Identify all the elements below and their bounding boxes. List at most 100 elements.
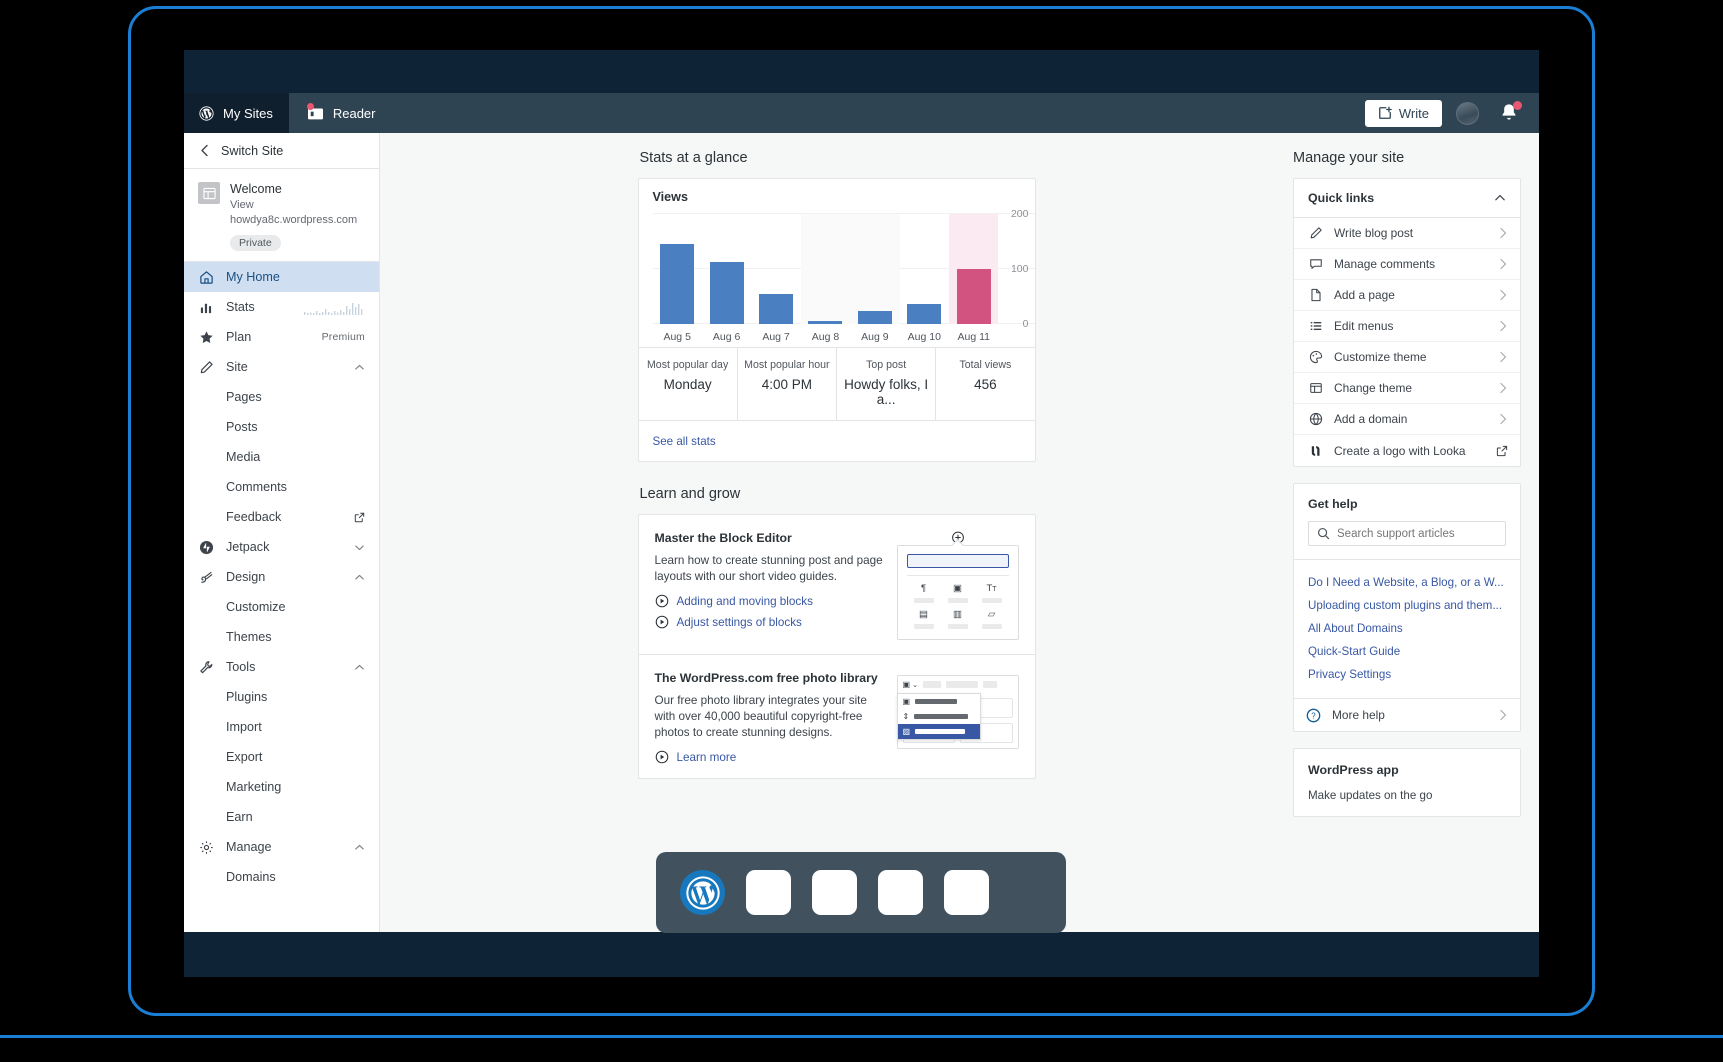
sidebar-item-posts[interactable]: Posts xyxy=(184,412,379,442)
dock-app-2[interactable] xyxy=(812,870,857,915)
sidebar-item-earn[interactable]: Earn xyxy=(184,802,379,832)
views-card-title: Views xyxy=(652,190,688,204)
bar-column[interactable]: Aug 6 xyxy=(702,214,751,343)
masterbar-my-sites[interactable]: My Sites xyxy=(184,93,289,133)
dock-app-3[interactable] xyxy=(878,870,923,915)
bar-column-highlighted[interactable]: Aug 11 xyxy=(949,214,999,343)
sidebar-item-export[interactable]: Export xyxy=(184,742,379,772)
play-icon xyxy=(655,615,669,629)
bar-column[interactable]: Aug 10 xyxy=(900,214,949,343)
help-link[interactable]: All About Domains xyxy=(1308,617,1506,640)
sidebar-item-label: Media xyxy=(226,450,261,464)
learn-card-link-row[interactable]: Learn more xyxy=(655,750,885,764)
help-link[interactable]: Do I Need a Website, a Blog, or a W... xyxy=(1308,571,1506,594)
block-editor-illustration: ¶ ▣ TT ▤ ▥ ▱ xyxy=(896,531,1019,640)
quick-link-add-a-domain[interactable]: Add a domain xyxy=(1294,404,1520,435)
sidebar-item-label: Pages xyxy=(226,390,262,404)
bar-column[interactable]: Aug 7 xyxy=(751,214,800,343)
stat-cell: Most popular hour 4:00 PM xyxy=(738,348,837,420)
play-icon xyxy=(655,594,669,608)
quick-link-manage-comments[interactable]: Manage comments xyxy=(1294,249,1520,280)
current-site-card[interactable]: Welcome View howdya8c.wordpress.com Priv… xyxy=(184,169,379,262)
learn-card-link-row[interactable]: Adding and moving blocks xyxy=(655,594,885,608)
chevron-right-icon xyxy=(1498,413,1508,425)
more-help-row[interactable]: ? More help xyxy=(1294,698,1520,731)
sidebar-item-feedback[interactable]: Feedback xyxy=(184,502,379,532)
quick-link-label: Customize theme xyxy=(1334,350,1427,364)
help-link[interactable]: Privacy Settings xyxy=(1308,663,1506,686)
bar-x-label: Aug 11 xyxy=(957,331,990,343)
dock-wordpress-icon[interactable] xyxy=(680,870,725,915)
learn-card-link[interactable]: Adjust settings of blocks xyxy=(677,616,802,629)
sidebar-item-label: Jetpack xyxy=(226,540,270,554)
quick-link-label: Manage comments xyxy=(1334,257,1436,271)
stat-key: Top post xyxy=(866,359,907,371)
see-all-stats-link[interactable]: See all stats xyxy=(653,435,716,448)
stat-value: 456 xyxy=(974,377,997,392)
sidebar-item-label: Design xyxy=(226,570,266,584)
block-item-image: ▣ xyxy=(941,582,975,603)
sidebar-item-label: Import xyxy=(226,720,262,734)
learn-card-link-row[interactable]: Adjust settings of blocks xyxy=(655,615,885,629)
sidebar-item-tools[interactable]: Tools xyxy=(184,652,379,682)
sidebar-item-import[interactable]: Import xyxy=(184,712,379,742)
quick-link-customize-theme[interactable]: Customize theme xyxy=(1294,342,1520,373)
quick-link-add-a-page[interactable]: Add a page xyxy=(1294,280,1520,311)
dock-app-4[interactable] xyxy=(944,870,989,915)
sidebar-item-plugins[interactable]: Plugins xyxy=(184,682,379,712)
looka-icon xyxy=(1308,443,1323,458)
sidebar-item-design[interactable]: Design xyxy=(184,562,379,592)
help-link[interactable]: Uploading custom plugins and them... xyxy=(1308,594,1506,617)
chevron-up-icon xyxy=(354,362,365,373)
bar-column[interactable]: Aug 5 xyxy=(653,214,702,343)
support-search-box[interactable] xyxy=(1308,521,1506,546)
sidebar-item-marketing[interactable]: Marketing xyxy=(184,772,379,802)
media-dropdown-icon: ▣ ⌄ xyxy=(902,680,918,689)
dock-app-1[interactable] xyxy=(746,870,791,915)
masterbar-my-sites-label: My Sites xyxy=(223,105,273,121)
learn-card-link[interactable]: Learn more xyxy=(677,751,737,764)
sidebar-item-site[interactable]: Site xyxy=(184,352,379,382)
masterbar-reader[interactable]: Reader xyxy=(288,93,394,133)
bar xyxy=(759,294,794,324)
upload-icon: ⇕ xyxy=(902,712,910,721)
sidebar-item-media[interactable]: Media xyxy=(184,442,379,472)
switch-site-button[interactable]: Switch Site xyxy=(184,133,379,169)
sidebar-item-manage[interactable]: Manage xyxy=(184,832,379,862)
switch-site-label: Switch Site xyxy=(221,143,284,158)
bar-column[interactable]: Aug 8 xyxy=(800,214,851,343)
stat-value: 4:00 PM xyxy=(761,377,813,392)
chevron-up-icon[interactable] xyxy=(1494,192,1506,204)
comment-icon xyxy=(1308,257,1323,272)
bar-column[interactable]: Aug 9 xyxy=(850,214,901,343)
menu-item-free-photo-library[interactable]: ▨ xyxy=(897,724,980,739)
sidebar-item-customize[interactable]: Customize xyxy=(184,592,379,622)
menu-item-placeholder xyxy=(914,714,969,719)
write-button[interactable]: Write xyxy=(1364,99,1442,127)
sidebar-item-themes[interactable]: Themes xyxy=(184,622,379,652)
quick-link-write-blog-post[interactable]: Write blog post xyxy=(1294,218,1520,249)
learn-and-grow-heading: Learn and grow xyxy=(639,486,741,502)
quick-link-change-theme[interactable]: Change theme xyxy=(1294,373,1520,404)
block-item-paragraph: ¶ xyxy=(907,582,941,603)
sidebar-item-label: Export xyxy=(226,750,263,764)
quick-links-header[interactable]: Quick links xyxy=(1294,179,1520,218)
help-link[interactable]: Quick-Start Guide xyxy=(1308,640,1506,663)
sidebar-item-comments[interactable]: Comments xyxy=(184,472,379,502)
quick-link-edit-menus[interactable]: Edit menus xyxy=(1294,311,1520,342)
search-input[interactable] xyxy=(1337,527,1497,540)
sidebar-item-my-home[interactable]: My Home xyxy=(184,262,379,292)
notifications-button[interactable] xyxy=(1499,101,1522,124)
sidebar-item-jetpack[interactable]: Jetpack xyxy=(184,532,379,562)
sidebar-item-plan[interactable]: Plan Premium xyxy=(184,322,379,352)
quick-link-create-a-logo-with-looka[interactable]: Create a logo with Looka xyxy=(1294,435,1520,466)
menu-item-media-library[interactable]: ▣ xyxy=(898,694,980,709)
sidebar-item-stats[interactable]: Stats xyxy=(184,292,379,322)
sidebar-item-pages[interactable]: Pages xyxy=(184,382,379,412)
menu-item-upload[interactable]: ⇕ xyxy=(898,709,980,724)
site-thumbnail-icon xyxy=(198,182,220,204)
sidebar-item-domains[interactable]: Domains xyxy=(184,862,379,892)
learn-card-link[interactable]: Adding and moving blocks xyxy=(677,595,813,608)
avatar[interactable] xyxy=(1456,101,1479,125)
y-tick-label: 100 xyxy=(1010,263,1029,275)
